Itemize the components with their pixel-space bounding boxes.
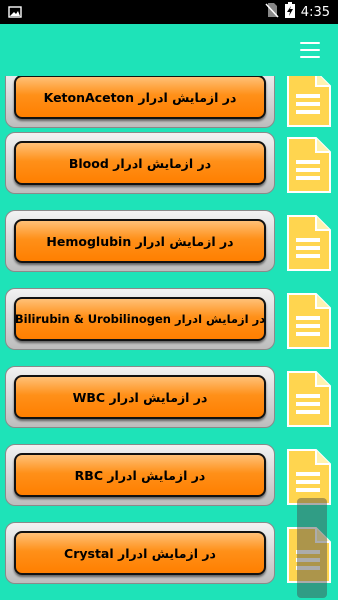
list-item-hemoglubin[interactable]: Hemoglubin در ازمایش ادرار: [0, 210, 338, 276]
list-item-bilirubin[interactable]: Bilirubin & Urobilinogen در ازمایش ادرار: [0, 288, 338, 354]
document-icon[interactable]: [284, 292, 332, 350]
item-button-frame: Hemoglubin در ازمایش ادرار: [5, 210, 275, 272]
item-button[interactable]: Blood در ازمایش ادرار: [14, 141, 266, 185]
item-button[interactable]: Bilirubin & Urobilinogen در ازمایش ادرار: [14, 297, 266, 341]
item-button[interactable]: Crystal در ازمایش ادرار: [14, 531, 266, 575]
status-time: 4:35: [300, 4, 330, 20]
item-button-frame: KetonAceton در ازمایش ادرار: [5, 76, 275, 128]
item-button-frame: RBC در ازمایش ادرار: [5, 444, 275, 506]
scrollbar-thumb[interactable]: [297, 498, 327, 598]
item-button[interactable]: KetonAceton در ازمایش ادرار: [14, 76, 266, 119]
battery-charging-icon: [284, 2, 295, 22]
document-icon[interactable]: [284, 136, 332, 194]
list-item-ketonaceton[interactable]: KetonAceton در ازمایش ادرار: [0, 76, 338, 132]
item-button[interactable]: WBC در ازمایش ادرار: [14, 375, 266, 419]
image-notification-icon: [8, 4, 22, 18]
item-button-frame: Crystal در ازمایش ادرار: [5, 522, 275, 584]
list-item-rbc[interactable]: RBC در ازمایش ادرار: [0, 444, 338, 510]
item-button[interactable]: RBC در ازمایش ادرار: [14, 453, 266, 497]
item-button-frame: Bilirubin & Urobilinogen در ازمایش ادرار: [5, 288, 275, 350]
app-bar: [0, 24, 338, 76]
document-icon[interactable]: [284, 214, 332, 272]
document-icon[interactable]: [284, 370, 332, 428]
item-button[interactable]: Hemoglubin در ازمایش ادرار: [14, 219, 266, 263]
list-item-blood[interactable]: Blood در ازمایش ادرار: [0, 132, 338, 198]
document-icon[interactable]: [284, 76, 332, 128]
no-sim-icon: [265, 2, 279, 22]
topic-list: KetonAceton در ازمایش ادرار Blood در ازم…: [0, 76, 338, 600]
hamburger-menu-icon[interactable]: [300, 42, 320, 58]
item-button-frame: Blood در ازمایش ادرار: [5, 132, 275, 194]
status-bar: 4:35: [0, 0, 338, 24]
list-item-crystal[interactable]: Crystal در ازمایش ادرار: [0, 522, 338, 588]
list-item-wbc[interactable]: WBC در ازمایش ادرار: [0, 366, 338, 432]
item-button-frame: WBC در ازمایش ادرار: [5, 366, 275, 428]
